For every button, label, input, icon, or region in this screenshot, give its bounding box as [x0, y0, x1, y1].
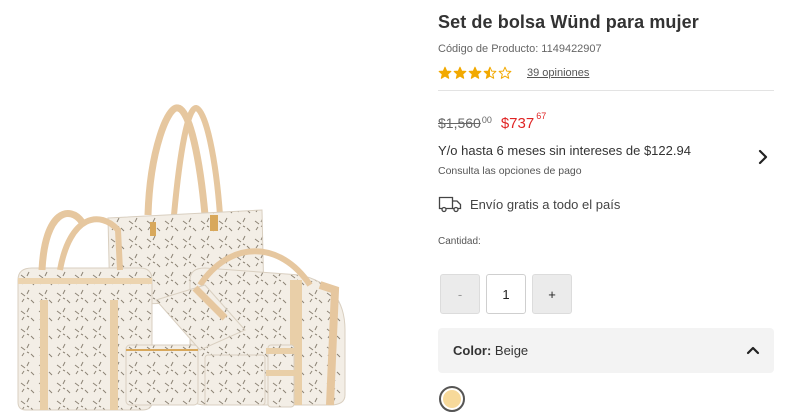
product-code-label: Código de Producto:	[438, 43, 539, 55]
old-price: $1,560	[438, 115, 481, 131]
reviews-link[interactable]: 39 opiniones	[527, 67, 589, 79]
quantity-stepper: - 1 +	[440, 274, 572, 314]
installments-row[interactable]: Y/o hasta 6 meses sin intereses de $122.…	[438, 143, 774, 183]
color-selector-header[interactable]: Color: Beige	[438, 328, 774, 373]
truck-icon	[438, 196, 462, 213]
product-code: Código de Producto: 1149422907	[438, 43, 602, 55]
installments-text: Y/o hasta 6 meses sin intereses de $122.…	[438, 143, 691, 158]
rating-stars	[438, 66, 512, 80]
sale-price-cents: 67	[536, 111, 547, 121]
color-label: Color: Beige	[453, 343, 528, 358]
sale-price: $737	[500, 115, 535, 132]
product-code-value: 1149422907	[541, 43, 602, 55]
star-icon	[453, 66, 467, 79]
star-icon	[483, 66, 497, 79]
chevron-right-icon[interactable]	[756, 149, 770, 165]
quantity-input[interactable]: 1	[486, 274, 526, 314]
chevron-up-icon[interactable]	[746, 344, 760, 356]
color-selected-value: Beige	[494, 343, 529, 358]
old-price-cents: 00	[481, 115, 492, 125]
product-image[interactable]	[0, 0, 420, 415]
quantity-decrease-button[interactable]: -	[440, 274, 480, 314]
star-icon	[438, 66, 452, 79]
payment-options-text: Consulta las opciones de pago	[438, 165, 582, 177]
quantity-increase-button[interactable]: +	[532, 274, 572, 314]
color-label-title: Color:	[453, 343, 492, 358]
shipping-row: Envío gratis a todo el país	[438, 193, 620, 215]
star-icon	[468, 66, 482, 79]
handbag-set-illustration	[17, 104, 346, 411]
shipping-text: Envío gratis a todo el país	[470, 196, 621, 212]
color-swatch-beige[interactable]	[439, 386, 465, 412]
quantity-label: Cantidad:	[438, 236, 481, 247]
divider	[438, 90, 774, 91]
price-block: $1,560 00 $737 67	[438, 108, 547, 132]
star-icon	[498, 66, 512, 79]
product-rating: 39 opiniones	[438, 64, 589, 82]
product-title: Set de bolsa Wünd para mujer	[438, 12, 699, 32]
